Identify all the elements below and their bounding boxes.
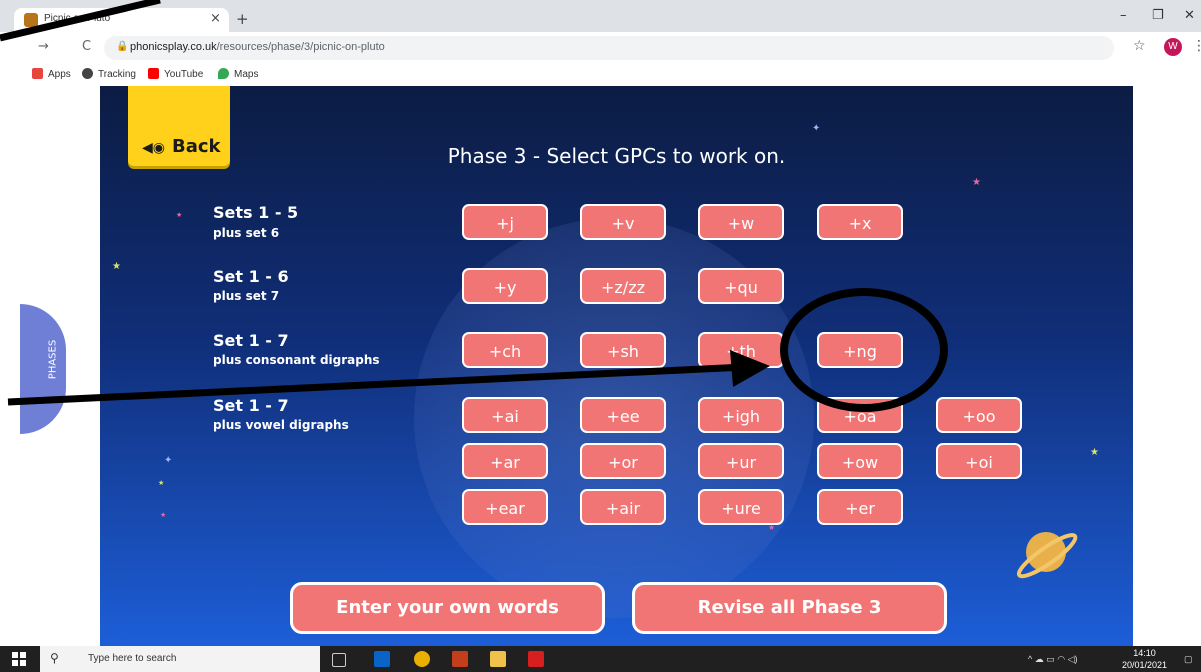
apps-grid-icon [32, 68, 43, 79]
star-icon: ✦ [812, 123, 821, 134]
gpc-button-ar[interactable]: +ar [462, 443, 548, 479]
set-heading: Set 1 - 7 [213, 396, 289, 415]
maps-pin-icon [218, 68, 229, 79]
menu-kebab-icon[interactable]: ⋮ [1192, 38, 1201, 54]
bookmark-youtube[interactable]: YouTube [148, 68, 203, 80]
url-text: phonicsplay.co.uk/resources/phase/3/picn… [130, 41, 385, 53]
gpc-button-ai[interactable]: +ai [462, 397, 548, 433]
search-icon: ⚲ [50, 651, 59, 665]
lock-icon: 🔒 [116, 41, 129, 52]
set-subheading: plus set 6 [213, 226, 280, 240]
youtube-icon [148, 68, 159, 79]
gpc-button-z-zz[interactable]: +z/zz [580, 268, 666, 304]
gpc-button-y[interactable]: +y [462, 268, 548, 304]
profile-avatar[interactable]: W [1164, 38, 1182, 56]
outlook-icon[interactable] [374, 651, 390, 667]
gpc-button-ear[interactable]: +ear [462, 489, 548, 525]
tab-strip: Picnic on Pluto × + – ❐ ✕ [0, 0, 1201, 32]
game-canvas: ✦ ★ ★ ★ ✦ ★ ★ ★ ★ ◀◉ Back Phase 3 - Sele… [100, 86, 1133, 646]
phases-side-tab[interactable]: PHASES [20, 304, 66, 434]
forward-button[interactable]: → [38, 39, 49, 54]
star-icon: ★ [160, 511, 167, 519]
set-subheading: plus vowel digraphs [213, 418, 349, 432]
gpc-button-igh[interactable]: +igh [698, 397, 784, 433]
acrobat-icon[interactable] [528, 651, 544, 667]
set-heading: Set 1 - 6 [213, 267, 289, 286]
star-icon: ★ [1090, 447, 1099, 458]
tray-icons[interactable]: ^ ☁ ▭ ◠ ◁) [1028, 654, 1078, 665]
star-icon: ★ [176, 211, 183, 219]
file-explorer-icon[interactable] [490, 651, 506, 667]
tab-title: Picnic on Pluto [44, 13, 111, 24]
revise-all-phase3-button[interactable]: Revise all Phase 3 [632, 582, 947, 634]
bookmark-star-icon[interactable]: ☆ [1133, 38, 1146, 54]
owl-favicon-icon [24, 13, 38, 27]
gpc-button-ur[interactable]: +ur [698, 443, 784, 479]
search-placeholder: Type here to search [88, 653, 177, 664]
bookmarks-bar: Apps Tracking YouTube Maps [0, 64, 1201, 87]
gpc-button-ng[interactable]: +ng [817, 332, 903, 368]
gpc-button-v[interactable]: +v [580, 204, 666, 240]
windows-taskbar: ⚲ Type here to search ^ ☁ ▭ ◠ ◁) 14:10 20… [0, 646, 1201, 672]
star-icon: ✦ [164, 455, 173, 466]
windows-start-icon[interactable] [12, 652, 26, 666]
gpc-button-oo[interactable]: +oo [936, 397, 1022, 433]
set-subheading: plus set 7 [213, 289, 280, 303]
gpc-button-th[interactable]: +th [698, 332, 784, 368]
gpc-button-er[interactable]: +er [817, 489, 903, 525]
gpc-button-ee[interactable]: +ee [580, 397, 666, 433]
maximize-button[interactable]: ❐ [1152, 8, 1164, 23]
powerpoint-icon[interactable] [452, 651, 468, 667]
gpc-button-ch[interactable]: +ch [462, 332, 548, 368]
gpc-button-oi[interactable]: +oi [936, 443, 1022, 479]
address-bar[interactable]: 🔒 phonicsplay.co.uk/resources/phase/3/pi… [104, 36, 1114, 60]
taskbar-clock[interactable]: 14:10 20/01/2021 [1122, 647, 1167, 671]
gpc-button-ow[interactable]: +ow [817, 443, 903, 479]
gpc-button-w[interactable]: +w [698, 204, 784, 240]
gpc-button-x[interactable]: +x [817, 204, 903, 240]
enter-own-words-button[interactable]: Enter your own words [290, 582, 605, 634]
gpc-button-oa[interactable]: +oa [817, 397, 903, 433]
minimize-button[interactable]: – [1120, 8, 1127, 23]
star-icon: ★ [972, 177, 981, 188]
star-icon: ★ [112, 261, 121, 272]
star-icon: ★ [768, 523, 776, 532]
new-tab-button[interactable]: + [236, 10, 249, 28]
set-heading: Set 1 - 7 [213, 331, 289, 350]
taskbar-search[interactable]: ⚲ Type here to search [40, 646, 320, 672]
chrome-icon[interactable] [414, 651, 430, 667]
page-title: Phase 3 - Select GPCs to work on. [447, 144, 786, 168]
star-icon: ★ [158, 479, 165, 487]
gpc-button-qu[interactable]: +qu [698, 268, 784, 304]
set-subheading: plus consonant digraphs [213, 353, 380, 367]
page-viewport: ✦ ★ ★ ★ ✦ ★ ★ ★ ★ ◀◉ Back Phase 3 - Sele… [0, 86, 1201, 646]
gpc-button-or[interactable]: +or [580, 443, 666, 479]
reload-button[interactable]: C [82, 39, 91, 54]
globe-icon [82, 68, 93, 79]
task-view-icon[interactable] [332, 653, 346, 667]
saturn-planet-icon [1016, 532, 1078, 579]
close-window-button[interactable]: ✕ [1184, 8, 1195, 23]
gpc-button-j[interactable]: +j [462, 204, 548, 240]
set-heading: Sets 1 - 5 [213, 203, 299, 222]
browser-toolbar: → C 🔒 phonicsplay.co.uk/resources/phase/… [0, 32, 1201, 64]
bookmark-maps[interactable]: Maps [218, 68, 258, 80]
tab-close-icon[interactable]: × [210, 11, 221, 26]
browser-tab[interactable]: Picnic on Pluto × [14, 8, 229, 32]
gpc-button-ure[interactable]: +ure [698, 489, 784, 525]
phases-label: PHASES [47, 339, 59, 380]
notification-icon[interactable]: ▢ [1184, 654, 1193, 665]
bookmark-apps[interactable]: Apps [32, 68, 71, 80]
bookmark-tracking[interactable]: Tracking [82, 68, 136, 80]
gpc-button-sh[interactable]: +sh [580, 332, 666, 368]
gpc-button-air[interactable]: +air [580, 489, 666, 525]
